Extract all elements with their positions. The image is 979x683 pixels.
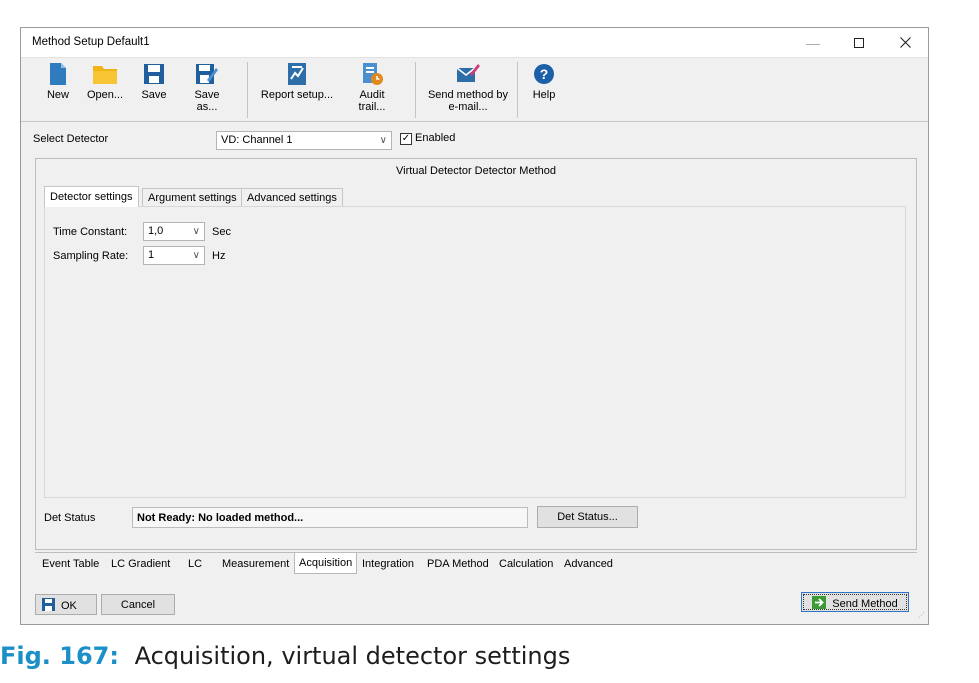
new-label: New <box>46 89 69 101</box>
tab-detector-settings[interactable]: Detector settings <box>44 186 139 207</box>
tab-advanced[interactable]: Advanced <box>560 554 617 573</box>
report-setup-button[interactable]: Report setup... <box>259 62 335 101</box>
det-status-row: Det Status Not Ready: No loaded method..… <box>36 505 916 529</box>
send-method-email-label-2: e-mail... <box>448 101 488 113</box>
save-disk-icon <box>42 598 55 611</box>
email-send-icon <box>456 64 480 82</box>
help-button[interactable]: ? Help <box>529 62 559 101</box>
save-as-button[interactable]: Save as... <box>183 62 231 113</box>
save-button[interactable]: Save <box>139 62 169 101</box>
title-bar[interactable]: Method Setup Default1 — <box>21 28 928 57</box>
maximize-icon <box>854 37 864 48</box>
window-title: Method Setup Default1 <box>32 36 150 48</box>
toolbar-separator <box>247 62 248 118</box>
bottom-tabs: Event Table LC Gradient LC Measurement A… <box>35 552 917 574</box>
report-setup-label: Report setup... <box>260 89 334 101</box>
sampling-rate-label: Sampling Rate: <box>53 250 129 262</box>
toolbar-separator <box>517 62 518 118</box>
save-label: Save <box>141 89 167 101</box>
time-constant-dropdown[interactable]: 1,0 ∨ <box>143 222 205 241</box>
tab-lc-gradient[interactable]: LC Gradient <box>107 554 174 573</box>
time-constant-value: 1,0 <box>148 225 164 237</box>
ok-label: OK <box>61 600 77 612</box>
open-button[interactable]: Open... <box>84 62 126 101</box>
detector-dropdown-value: VD: Channel 1 <box>221 134 293 146</box>
maximize-button[interactable] <box>836 28 882 57</box>
detector-method-group: Virtual Detector Detector Method Detecto… <box>35 158 917 550</box>
sampling-rate-value: 1 <box>148 249 155 261</box>
sampling-rate-unit: Hz <box>212 250 226 262</box>
arrow-right-icon <box>812 596 827 609</box>
figure-caption: Fig. 167: Acquisition, virtual detector … <box>0 642 570 670</box>
new-document-icon <box>50 63 66 85</box>
save-as-label: Save as... <box>194 89 220 113</box>
time-constant-label: Time Constant: <box>53 226 128 238</box>
send-method-label: Send Method <box>832 598 898 610</box>
send-method-email-label-1: Send method by <box>427 89 509 101</box>
select-detector-label: Select Detector <box>33 133 109 145</box>
save-as-icon <box>196 64 218 84</box>
send-method-email-button[interactable]: Send method by e-mail... <box>425 62 511 113</box>
help-label: Help <box>532 89 556 101</box>
ok-button[interactable]: OK <box>35 594 97 615</box>
audit-trail-icon <box>363 63 383 85</box>
svg-text:?: ? <box>540 66 549 82</box>
open-label: Open... <box>86 89 124 101</box>
det-status-value: Not Ready: No loaded method... <box>132 507 528 528</box>
enabled-checkbox[interactable]: ✓ <box>400 133 412 145</box>
folder-icon <box>93 66 117 84</box>
detector-dropdown[interactable]: VD: Channel 1 ∨ <box>216 131 392 150</box>
group-title: Virtual Detector Detector Method <box>396 165 556 177</box>
chevron-down-icon: ∨ <box>192 226 200 237</box>
tab-pda-method[interactable]: PDA Method <box>423 554 493 573</box>
new-button[interactable]: New <box>38 62 78 101</box>
checkmark-icon: ✓ <box>401 133 411 144</box>
minimize-button[interactable]: — <box>790 28 836 57</box>
audit-trail-button[interactable]: Audit trail... <box>347 62 397 113</box>
save-disk-icon <box>144 64 164 84</box>
close-icon <box>899 37 911 48</box>
help-icon: ? <box>534 64 554 84</box>
tab-acquisition[interactable]: Acquisition <box>294 553 358 574</box>
tab-argument-settings[interactable]: Argument settings <box>142 188 243 207</box>
send-method-button[interactable]: Send Method <box>801 592 909 612</box>
time-constant-unit: Sec <box>212 226 231 238</box>
close-button[interactable] <box>882 28 928 57</box>
figure-caption-text: Acquisition, virtual detector settings <box>134 642 571 670</box>
cancel-button[interactable]: Cancel <box>101 594 175 615</box>
tab-event-table[interactable]: Event Table <box>38 554 103 573</box>
chevron-down-icon: ∨ <box>379 135 387 146</box>
method-setup-window: Method Setup Default1 — New Open... Save… <box>20 27 929 625</box>
det-status-label: Det Status <box>44 512 96 524</box>
figure-number: Fig. 167: <box>0 642 119 670</box>
tab-calculation[interactable]: Calculation <box>495 554 557 573</box>
resize-grip-icon[interactable]: ⋰ <box>918 612 926 622</box>
detector-select-row: Select Detector VD: Channel 1 ∨ ✓ Enable… <box>21 122 928 154</box>
det-status-button[interactable]: Det Status... <box>537 506 638 528</box>
sampling-rate-dropdown[interactable]: 1 ∨ <box>143 246 205 265</box>
toolbar-separator <box>415 62 416 118</box>
chevron-down-icon: ∨ <box>192 250 200 261</box>
report-icon <box>288 63 306 85</box>
audit-trail-label: Audit trail... <box>358 89 386 113</box>
tab-advanced-settings[interactable]: Advanced settings <box>241 188 343 207</box>
tab-measurement[interactable]: Measurement <box>218 554 293 573</box>
tab-lc[interactable]: LC <box>184 554 206 573</box>
enabled-label: Enabled <box>415 132 456 144</box>
detector-settings-panel: Time Constant: 1,0 ∨ Sec Sampling Rate: … <box>44 206 906 498</box>
tab-integration[interactable]: Integration <box>358 554 418 573</box>
toolbar: New Open... Save Save as... Report setup… <box>21 57 928 122</box>
